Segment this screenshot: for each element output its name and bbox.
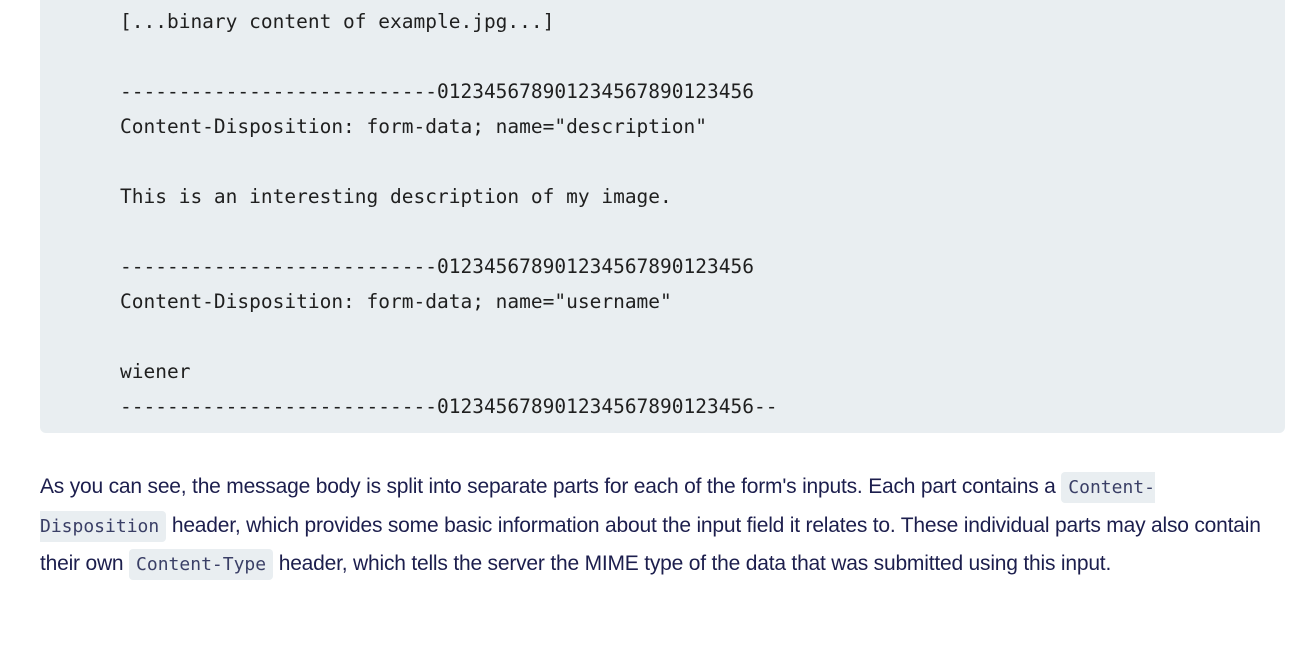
code-line: wiener: [120, 360, 191, 383]
code-line: ---------------------------0123456789012…: [120, 395, 778, 418]
code-line: Content-Disposition: form-data; name="de…: [120, 115, 707, 138]
inline-code-content-disposition: Content-: [1061, 472, 1155, 503]
body-paragraph: As you can see, the message body is spli…: [40, 468, 1285, 584]
paragraph-text: As you can see, the message body is spli…: [40, 475, 1062, 498]
inline-code-content-disposition-cont: Disposition: [40, 510, 167, 542]
code-line: ---------------------------0123456789012…: [120, 80, 754, 103]
inline-code-content-type: Content-Type: [129, 549, 274, 580]
code-line: This is an interesting description of my…: [120, 185, 672, 208]
code-line: ---------------------------0123456789012…: [120, 255, 754, 278]
code-line: [...binary content of example.jpg...]: [120, 10, 555, 33]
code-line: Content-Disposition: form-data; name="us…: [120, 290, 672, 313]
paragraph-text: header, which tells the server the MIME …: [273, 552, 1112, 575]
code-block: [...binary content of example.jpg...] --…: [40, 0, 1285, 433]
